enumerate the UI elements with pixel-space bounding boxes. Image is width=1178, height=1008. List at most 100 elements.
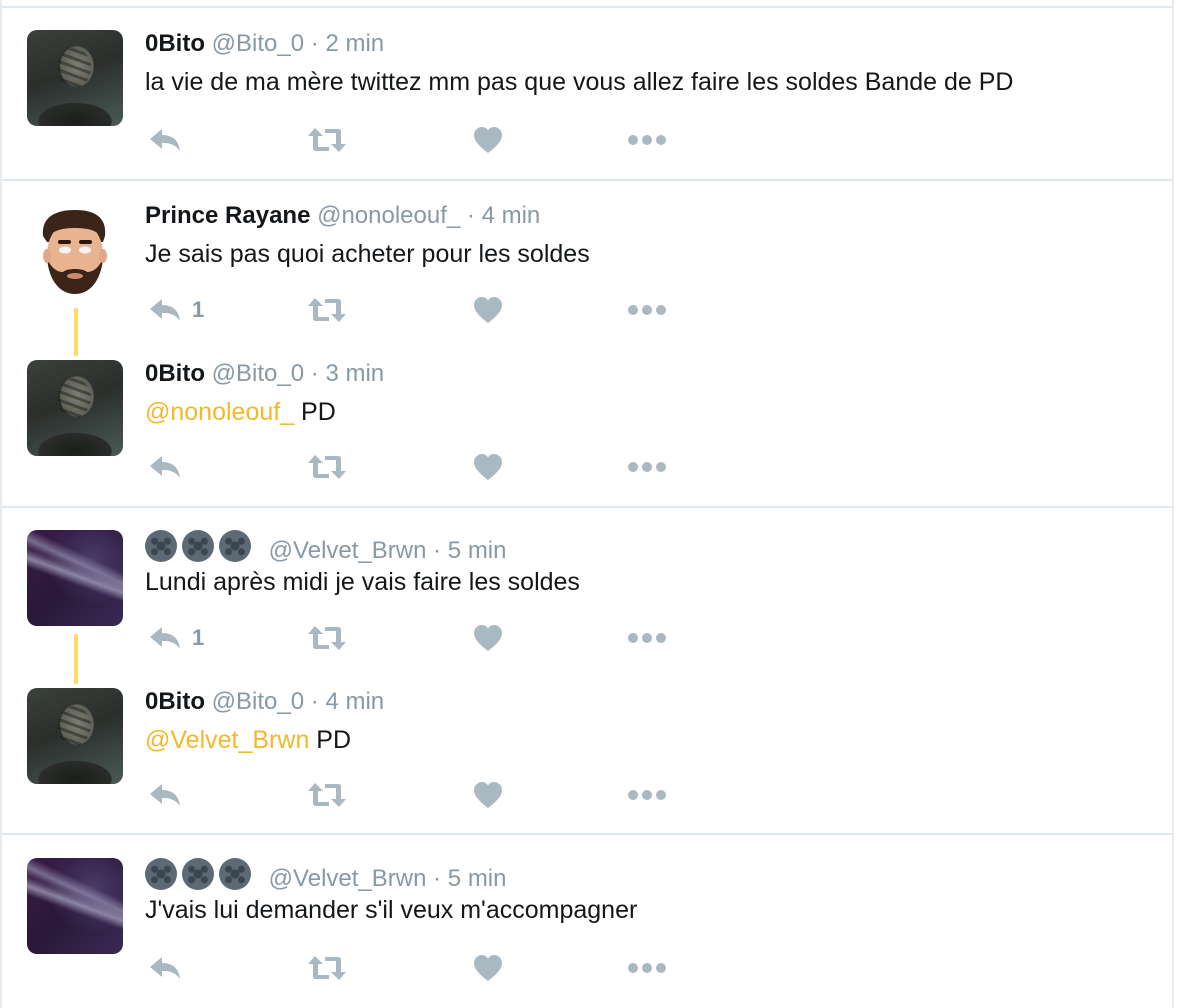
film-reel-icon (219, 530, 251, 562)
reply-icon (150, 784, 180, 806)
heart-icon (474, 297, 502, 323)
mention-link[interactable]: @Velvet_Brwn (145, 726, 309, 754)
retweet-icon (308, 298, 346, 322)
avatar[interactable] (27, 202, 123, 298)
reply-icon (150, 456, 180, 478)
reply-icon (150, 957, 180, 979)
display-name[interactable]: 0Bito (145, 30, 205, 57)
like-button[interactable] (473, 623, 503, 653)
reply-icon (150, 299, 180, 321)
avatar[interactable] (27, 688, 123, 784)
more-button[interactable] (627, 953, 667, 983)
more-button[interactable] (627, 295, 667, 325)
timeline: 0Bito @Bito_0 · 2 min la vie de ma mère … (0, 0, 1174, 1008)
handle[interactable]: @Velvet_Brwn (269, 537, 427, 564)
more-dots-icon (628, 135, 666, 145)
tweet-text-body: PD (294, 398, 336, 426)
timestamp[interactable]: 2 min (325, 30, 384, 57)
tweet-header: @Velvet_Brwn · 5 min (145, 858, 1152, 892)
retweet-button[interactable] (307, 953, 347, 983)
reply-button[interactable]: 1 (148, 295, 204, 325)
reply-button[interactable]: 1 (148, 623, 204, 653)
like-button[interactable] (473, 953, 503, 983)
display-name[interactable] (145, 530, 256, 569)
heart-icon (474, 454, 502, 480)
separator-dot: · (433, 537, 442, 564)
retweet-button[interactable] (307, 780, 347, 810)
reply-icon (150, 129, 180, 151)
more-dots-icon (628, 790, 666, 800)
heart-icon (474, 955, 502, 981)
tweet-header: @Velvet_Brwn · 5 min (145, 530, 1152, 564)
timestamp[interactable]: 4 min (482, 202, 541, 229)
timestamp[interactable]: 4 min (325, 688, 384, 715)
retweet-icon (308, 783, 346, 807)
handle[interactable]: @Bito_0 (212, 688, 304, 715)
tweet-header: 0Bito @Bito_0 · 4 min (145, 688, 1152, 716)
separator (2, 506, 1172, 508)
retweet-icon (308, 626, 346, 650)
display-name[interactable] (145, 858, 256, 897)
more-button[interactable] (627, 125, 667, 155)
display-name[interactable]: Prince Rayane (145, 202, 310, 229)
handle[interactable]: @Bito_0 (212, 30, 304, 57)
more-dots-icon (628, 305, 666, 315)
more-dots-icon (628, 633, 666, 643)
tweet-header: 0Bito @Bito_0 · 2 min (145, 30, 1152, 58)
like-button[interactable] (473, 452, 503, 482)
tweet-header: Prince Rayane @nonoleouf_ · 4 min (145, 202, 1152, 230)
display-name[interactable]: 0Bito (145, 688, 205, 715)
timestamp[interactable]: 3 min (325, 360, 384, 387)
tweet-text-body: PD (309, 726, 352, 754)
reply-icon (150, 627, 180, 649)
retweet-button[interactable] (307, 452, 347, 482)
separator-dot: · (310, 688, 319, 715)
tweet-actions: 1 (145, 623, 745, 653)
avatar[interactable] (27, 858, 123, 954)
reply-button[interactable] (148, 780, 182, 810)
heart-icon (474, 782, 502, 808)
more-button[interactable] (627, 780, 667, 810)
tweet-actions (145, 780, 745, 810)
retweet-button[interactable] (307, 295, 347, 325)
tweet-text: la vie de ma mère twittez mm pas que vou… (145, 68, 1014, 96)
retweet-button[interactable] (307, 623, 347, 653)
reply-button[interactable] (148, 953, 182, 983)
like-button[interactable] (473, 125, 503, 155)
handle[interactable]: @nonoleouf_ (317, 202, 460, 229)
more-dots-icon (628, 462, 666, 472)
handle[interactable]: @Velvet_Brwn (269, 865, 427, 892)
handle[interactable]: @Bito_0 (212, 360, 304, 387)
reply-count: 1 (192, 297, 205, 322)
tweet-header: 0Bito @Bito_0 · 3 min (145, 360, 1152, 388)
retweet-icon (308, 128, 346, 152)
avatar[interactable] (27, 530, 123, 626)
reply-count: 1 (192, 625, 205, 650)
timestamp[interactable]: 5 min (448, 865, 507, 892)
timestamp[interactable]: 5 min (448, 537, 507, 564)
tweet-actions (145, 125, 745, 155)
like-button[interactable] (473, 295, 503, 325)
film-reel-icon (182, 530, 214, 562)
avatar[interactable] (27, 360, 123, 456)
separator-dot: · (310, 360, 319, 387)
tweet-text: @Velvet_Brwn PD (145, 724, 1152, 756)
separator (2, 6, 1172, 8)
heart-icon (474, 127, 502, 153)
thread-connector (74, 308, 78, 356)
film-reel-icon (219, 858, 251, 890)
thread-connector (74, 634, 78, 684)
separator-dot: · (466, 202, 475, 229)
retweet-icon (308, 455, 346, 479)
tweet-text: @nonoleouf_ PD (145, 396, 1152, 428)
reply-button[interactable] (148, 452, 182, 482)
film-reel-icon (145, 858, 177, 890)
mention-link[interactable]: @nonoleouf_ (145, 398, 294, 426)
like-button[interactable] (473, 780, 503, 810)
avatar[interactable] (27, 30, 123, 126)
reply-button[interactable] (148, 125, 182, 155)
more-button[interactable] (627, 623, 667, 653)
display-name[interactable]: 0Bito (145, 360, 205, 387)
retweet-button[interactable] (307, 125, 347, 155)
more-button[interactable] (627, 452, 667, 482)
